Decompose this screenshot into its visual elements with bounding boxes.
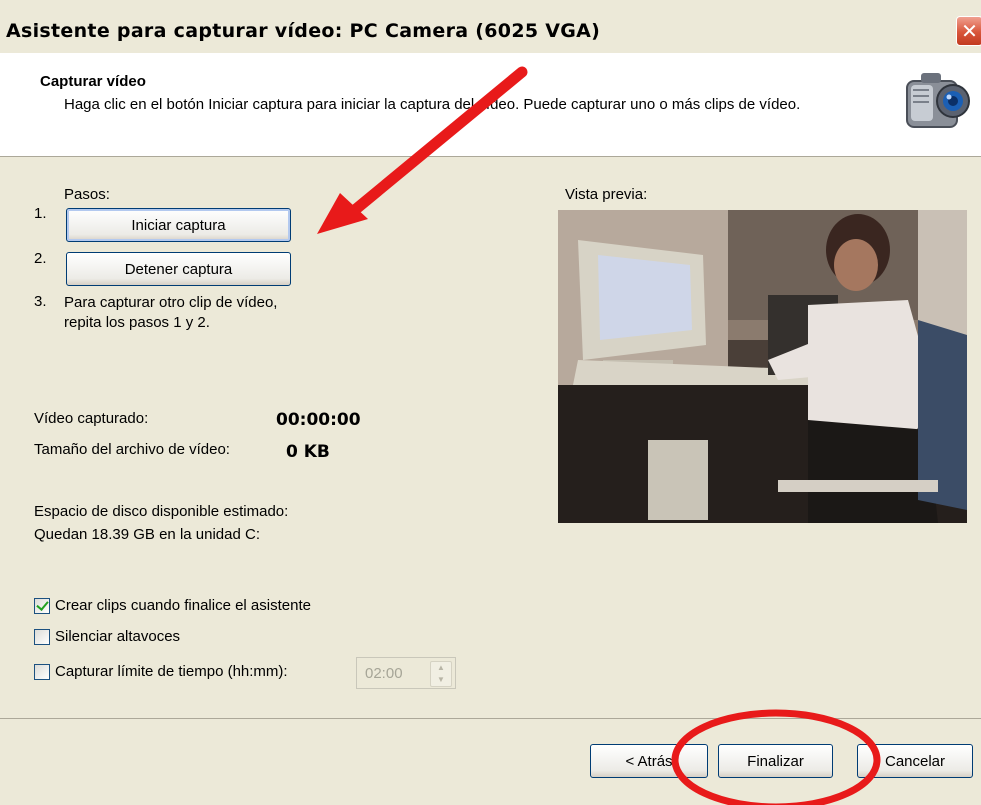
- create-clips-label: Crear clips cuando finalice el asistente: [55, 597, 311, 614]
- disk-space-value: Quedan 18.39 GB en la unidad C:: [34, 526, 260, 543]
- window-title: Asistente para capturar vídeo: PC Camera…: [6, 20, 601, 42]
- footer-divider: [0, 718, 981, 719]
- create-clips-checkbox[interactable]: [34, 597, 50, 614]
- finish-button[interactable]: Finalizar: [718, 744, 833, 778]
- time-limit-checkbox[interactable]: [34, 663, 50, 680]
- camcorder-icon: [906, 73, 970, 128]
- spinner-arrows[interactable]: ▲ ▼: [430, 661, 452, 687]
- title-bar[interactable]: Asistente para capturar vídeo: PC Camera…: [0, 13, 981, 53]
- spin-up-icon[interactable]: ▲: [431, 662, 451, 674]
- cancel-button[interactable]: Cancelar: [857, 744, 973, 778]
- disk-space-label: Espacio de disco disponible estimado:: [34, 503, 289, 520]
- time-limit-label: Capturar límite de tiempo (hh:mm):: [55, 663, 288, 680]
- back-button[interactable]: < Atrás: [590, 744, 708, 778]
- page-title: Capturar vídeo: [40, 73, 146, 90]
- file-size-value: 0 KB: [286, 442, 330, 462]
- close-button[interactable]: ✕: [956, 16, 981, 46]
- step-2-number: 2.: [34, 250, 47, 267]
- file-size-label: Tamaño del archivo de vídeo:: [34, 441, 230, 458]
- mute-speakers-option[interactable]: Silenciar altavoces: [34, 628, 180, 645]
- spin-down-icon[interactable]: ▼: [431, 674, 451, 686]
- captured-video-value: 00:00:00: [276, 410, 361, 430]
- step-1-number: 1.: [34, 205, 47, 222]
- wizard-header: Capturar vídeo Haga clic en el botón Ini…: [0, 53, 981, 157]
- captured-video-label: Vídeo capturado:: [34, 410, 149, 427]
- video-preview: [558, 210, 967, 523]
- step-3-number: 3.: [34, 293, 47, 310]
- mute-speakers-label: Silenciar altavoces: [55, 628, 181, 645]
- mute-speakers-checkbox[interactable]: [34, 628, 50, 645]
- capture-wizard-window: Asistente para capturar vídeo: PC Camera…: [0, 0, 981, 805]
- close-icon: ✕: [961, 20, 978, 43]
- time-limit-value: 02:00: [365, 665, 403, 682]
- stop-capture-button[interactable]: Detener captura: [66, 252, 291, 286]
- step-3-text: Para capturar otro clip de vídeo, repita…: [64, 294, 278, 331]
- create-clips-option[interactable]: Crear clips cuando finalice el asistente: [34, 597, 311, 614]
- time-limit-option[interactable]: Capturar límite de tiempo (hh:mm):: [34, 663, 288, 680]
- preview-label: Vista previa:: [565, 186, 648, 203]
- start-capture-button[interactable]: Iniciar captura: [66, 208, 291, 242]
- time-limit-spinner[interactable]: 02:00 ▲ ▼: [356, 657, 456, 689]
- steps-label: Pasos:: [64, 186, 110, 203]
- page-description: Haga clic en el botón Iniciar captura pa…: [64, 96, 801, 113]
